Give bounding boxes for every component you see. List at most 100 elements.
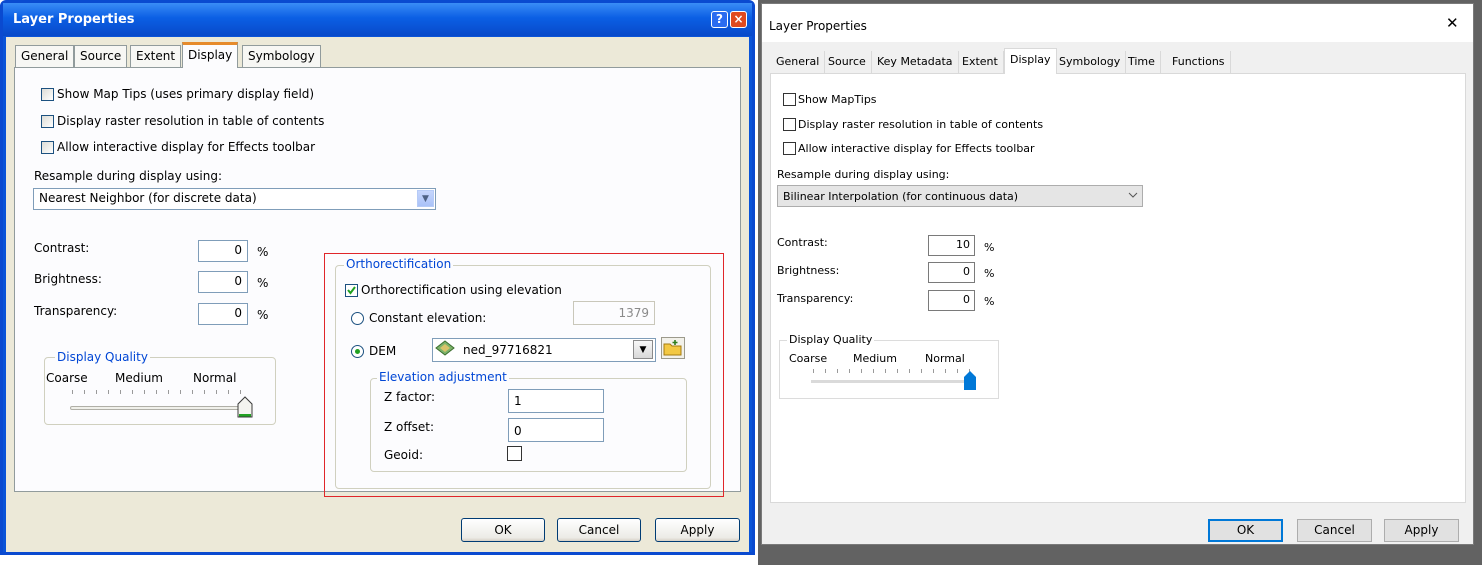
tab-functions[interactable]: Functions: [1167, 51, 1231, 73]
chevron-down-icon[interactable]: ▼: [417, 190, 434, 207]
tab-source[interactable]: Source: [823, 51, 872, 73]
dem-dropdown[interactable]: ned_97716821: [432, 338, 656, 362]
brightness-unit: %: [984, 267, 995, 280]
resample-dropdown[interactable]: Bilinear Interpolation (for continuous d…: [777, 185, 1143, 207]
tab-general[interactable]: General: [771, 51, 826, 73]
dem-value: ned_97716821: [463, 343, 553, 357]
ortho-elevation-checkbox[interactable]: [345, 284, 358, 297]
display-raster-resolution-label: Display raster resolution in table of co…: [57, 114, 325, 128]
dialog-title: Layer Properties: [13, 12, 135, 27]
title-bar[interactable]: Layer Properties ? ×: [3, 3, 752, 36]
dem-label: DEM: [369, 344, 397, 358]
interactive-effects-label: Allow interactive display for Effects to…: [798, 142, 1035, 155]
tab-key-metadata[interactable]: Key Metadata: [872, 51, 959, 73]
brightness-unit: %: [257, 276, 269, 290]
title-bar[interactable]: [762, 4, 1473, 42]
cancel-button[interactable]: Cancel: [1297, 519, 1372, 542]
constant-elevation-label: Constant elevation:: [369, 311, 487, 325]
quality-slider-thumb[interactable]: [237, 396, 253, 418]
display-tab-panel: Show Map Tips (uses primary display fiel…: [14, 67, 741, 497]
elevation-adjustment-legend: Elevation adjustment: [377, 370, 509, 384]
show-maptips-checkbox[interactable]: [783, 93, 796, 106]
checkmark-icon: [347, 286, 356, 295]
apply-button[interactable]: Apply: [1384, 519, 1459, 542]
dialog-client: General Source Extent Display Symbology …: [6, 37, 749, 552]
transparency-input[interactable]: 0: [928, 290, 975, 311]
brightness-label: Brightness:: [777, 264, 840, 277]
quality-ticks: [72, 390, 244, 394]
help-icon[interactable]: ?: [711, 11, 728, 28]
z-offset-input[interactable]: 0: [508, 418, 604, 442]
contrast-input[interactable]: 10: [928, 235, 975, 256]
tab-general[interactable]: General: [15, 45, 75, 67]
transparency-unit: %: [257, 308, 269, 322]
tab-extent[interactable]: Extent: [130, 45, 182, 67]
tab-display[interactable]: Display: [1004, 48, 1057, 74]
tab-time[interactable]: Time: [1123, 51, 1161, 73]
chevron-down-icon: [1128, 192, 1138, 198]
brightness-input[interactable]: 0: [928, 262, 975, 283]
layer-properties-dialog-win10: Layer Properties ✕ General Source Key Me…: [758, 0, 1482, 565]
cancel-button[interactable]: Cancel: [557, 518, 641, 542]
quality-slider-track[interactable]: [811, 380, 975, 383]
interactive-effects-checkbox[interactable]: [41, 141, 54, 154]
quality-coarse-label: Coarse: [789, 352, 828, 365]
tab-extent[interactable]: Extent: [957, 51, 1004, 73]
quality-normal-label: Normal: [925, 352, 965, 365]
transparency-label: Transparency:: [777, 292, 854, 305]
quality-normal-label: Normal: [193, 371, 237, 385]
transparency-unit: %: [984, 295, 995, 308]
raster-dataset-icon: [435, 340, 455, 356]
geoid-checkbox[interactable]: [507, 446, 522, 461]
quality-coarse-label: Coarse: [46, 371, 88, 385]
interactive-effects-checkbox[interactable]: [783, 142, 796, 155]
z-factor-input[interactable]: 1: [508, 389, 604, 413]
ok-button[interactable]: OK: [461, 518, 545, 542]
display-raster-resolution-checkbox[interactable]: [41, 115, 54, 128]
contrast-label: Contrast:: [777, 236, 828, 249]
dialog-frame: Layer Properties ✕ General Source Key Me…: [761, 3, 1474, 545]
tab-source[interactable]: Source: [74, 45, 128, 67]
quality-slider-thumb[interactable]: [963, 371, 977, 391]
resample-label: Resample during display using:: [777, 168, 950, 181]
contrast-unit: %: [984, 241, 995, 254]
apply-button[interactable]: Apply: [655, 518, 740, 542]
resample-dropdown[interactable]: Nearest Neighbor (for discrete data): [33, 188, 436, 210]
dem-radio[interactable]: [351, 345, 364, 358]
layer-properties-dialog-xp: Layer Properties ? × General Source Exte…: [0, 0, 755, 555]
brightness-input[interactable]: 0: [198, 271, 248, 293]
z-offset-label: Z offset:: [384, 420, 435, 434]
open-folder-icon[interactable]: [661, 337, 685, 359]
tab-symbology[interactable]: Symbology: [1054, 51, 1127, 73]
z-factor-label: Z factor:: [384, 390, 436, 404]
tab-symbology[interactable]: Symbology: [242, 45, 321, 67]
display-quality-legend: Display Quality: [55, 350, 150, 364]
chevron-down-icon[interactable]: ▼: [633, 340, 653, 359]
show-maptips-label: Show MapTips: [798, 93, 877, 106]
close-icon[interactable]: ×: [730, 11, 747, 28]
geoid-label: Geoid:: [384, 448, 424, 462]
dialog-title: Layer Properties: [769, 19, 867, 33]
constant-elevation-input[interactable]: 1379: [573, 301, 655, 325]
contrast-unit: %: [257, 245, 269, 259]
ok-button[interactable]: OK: [1208, 519, 1283, 542]
brightness-label: Brightness:: [34, 272, 102, 286]
transparency-input[interactable]: 0: [198, 303, 248, 325]
resample-value: Bilinear Interpolation (for continuous d…: [783, 190, 1019, 203]
quality-medium-label: Medium: [853, 352, 897, 365]
quality-medium-label: Medium: [115, 371, 163, 385]
display-raster-resolution-label: Display raster resolution in table of co…: [798, 118, 1044, 131]
orthorectification-legend: Orthorectification: [344, 257, 454, 271]
tab-display[interactable]: Display: [182, 42, 239, 68]
show-map-tips-label: Show Map Tips (uses primary display fiel…: [57, 87, 315, 101]
close-icon[interactable]: ✕: [1446, 14, 1459, 32]
ortho-elevation-label: Orthorectification using elevation: [361, 283, 562, 297]
quality-ticks: [813, 369, 971, 373]
constant-elevation-radio[interactable]: [351, 312, 364, 325]
display-raster-resolution-checkbox[interactable]: [783, 118, 796, 131]
show-map-tips-checkbox[interactable]: [41, 88, 54, 101]
contrast-input[interactable]: 0: [198, 240, 248, 262]
display-quality-legend: Display Quality: [787, 333, 875, 346]
quality-slider-track[interactable]: [70, 406, 248, 410]
contrast-label: Contrast:: [34, 241, 90, 255]
